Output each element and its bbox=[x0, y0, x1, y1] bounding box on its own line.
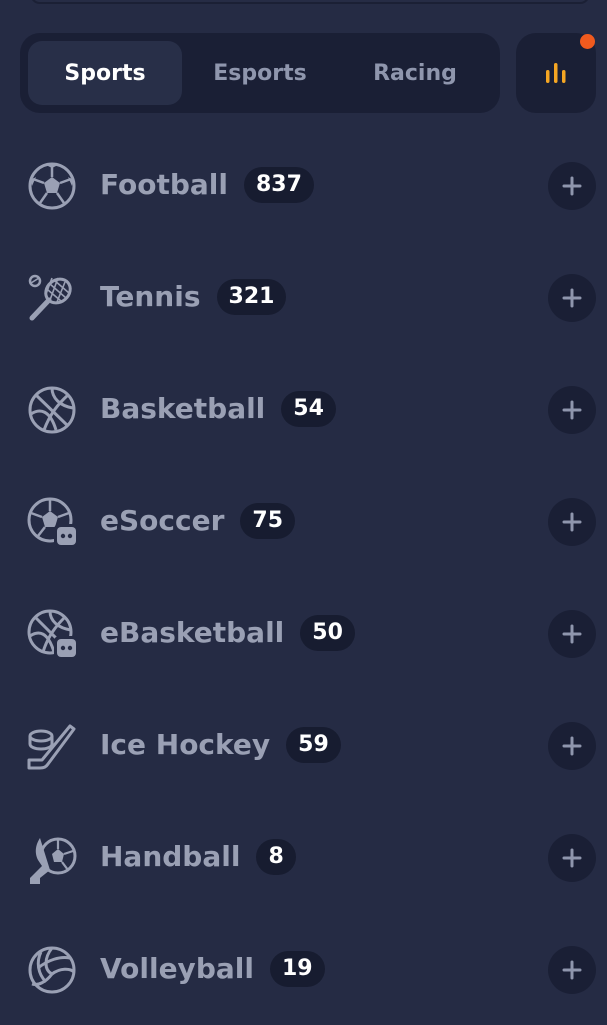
sport-name: Basketball bbox=[100, 392, 266, 425]
count-badge: 837 bbox=[243, 167, 314, 203]
sport-row-ebasketball[interactable]: eBasketball 50 bbox=[0, 577, 607, 689]
tab-racing[interactable]: Racing bbox=[338, 41, 492, 105]
sport-label: Volleyball 19 bbox=[100, 949, 325, 989]
volleyball-icon bbox=[26, 944, 78, 996]
add-button[interactable] bbox=[548, 386, 596, 434]
sport-name: Handball bbox=[100, 840, 241, 873]
add-button[interactable] bbox=[548, 274, 596, 322]
add-button[interactable] bbox=[548, 946, 596, 994]
sport-label: Handball 8 bbox=[100, 837, 296, 877]
count-badge: 19 bbox=[269, 951, 325, 987]
sport-name: Tennis bbox=[100, 280, 201, 313]
esoccer-icon bbox=[26, 496, 78, 548]
count-badge: 8 bbox=[256, 839, 296, 875]
sport-row-football[interactable]: Football 837 bbox=[0, 129, 607, 241]
notification-dot bbox=[580, 34, 595, 49]
tab-sports[interactable]: Sports bbox=[28, 41, 182, 105]
top-search-bar-edge bbox=[30, 0, 590, 4]
count-badge: 75 bbox=[240, 503, 296, 539]
category-tabs: Sports Esports Racing bbox=[20, 33, 500, 113]
tab-esports[interactable]: Esports bbox=[183, 41, 337, 105]
sport-name: Volleyball bbox=[100, 952, 254, 985]
plus-icon bbox=[562, 848, 582, 868]
sport-name: Ice Hockey bbox=[100, 728, 271, 761]
sport-row-volleyball[interactable]: Volleyball 19 bbox=[0, 913, 607, 1025]
ebasketball-icon bbox=[26, 608, 78, 660]
add-button[interactable] bbox=[548, 722, 596, 770]
tennis-icon bbox=[26, 272, 78, 324]
sport-label: Ice Hockey 59 bbox=[100, 725, 341, 765]
sport-row-tennis[interactable]: Tennis 321 bbox=[0, 241, 607, 353]
add-button[interactable] bbox=[548, 498, 596, 546]
sport-name: eBasketball bbox=[100, 616, 285, 649]
sport-label: eSoccer 75 bbox=[100, 501, 296, 541]
sport-label: Football 837 bbox=[100, 165, 314, 205]
handball-icon bbox=[26, 832, 78, 884]
plus-icon bbox=[562, 176, 582, 196]
sport-row-esoccer[interactable]: eSoccer 75 bbox=[0, 465, 607, 577]
ice-hockey-icon bbox=[26, 720, 78, 772]
sport-row-ice-hockey[interactable]: Ice Hockey 59 bbox=[0, 689, 607, 801]
plus-icon bbox=[562, 512, 582, 532]
sport-name: eSoccer bbox=[100, 504, 225, 537]
sport-label: Basketball 54 bbox=[100, 389, 336, 429]
plus-icon bbox=[562, 960, 582, 980]
add-button[interactable] bbox=[548, 610, 596, 658]
sport-list: Football 837 Tennis 321 Basketball 54 eS… bbox=[0, 129, 607, 1025]
basketball-icon bbox=[26, 384, 78, 436]
sport-row-handball[interactable]: Handball 8 bbox=[0, 801, 607, 913]
plus-icon bbox=[562, 288, 582, 308]
plus-icon bbox=[562, 400, 582, 420]
bar-chart-icon bbox=[546, 63, 566, 83]
sport-label: Tennis 321 bbox=[100, 277, 287, 317]
add-button[interactable] bbox=[548, 834, 596, 882]
plus-icon bbox=[562, 624, 582, 644]
add-button[interactable] bbox=[548, 162, 596, 210]
count-badge: 50 bbox=[300, 615, 355, 651]
count-badge: 59 bbox=[286, 727, 341, 763]
sport-label: eBasketball 50 bbox=[100, 613, 355, 653]
football-icon bbox=[26, 160, 78, 212]
sport-row-basketball[interactable]: Basketball 54 bbox=[0, 353, 607, 465]
plus-icon bbox=[562, 736, 582, 756]
count-badge: 321 bbox=[216, 279, 287, 315]
count-badge: 54 bbox=[281, 391, 336, 427]
sport-name: Football bbox=[100, 168, 228, 201]
